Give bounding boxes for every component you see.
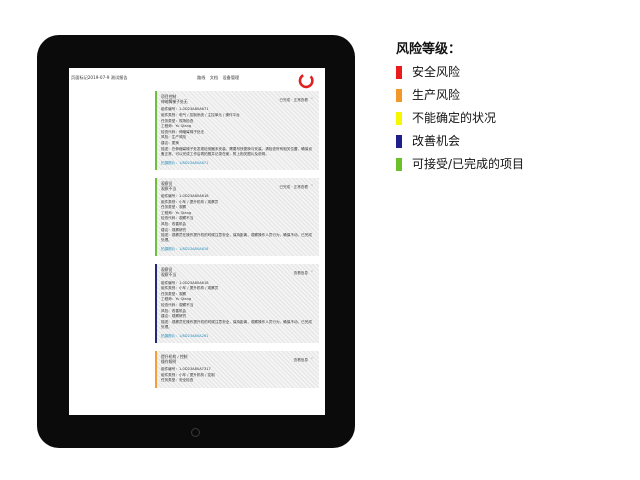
card-photos-link[interactable]: 拍摄照片：1/8D23A80A671: [161, 160, 315, 166]
card-description: 描述：观察员在操作提升机的时候注意安全，保持距离，观察操作人员行为，确保不动，已…: [161, 319, 312, 329]
card-status[interactable]: 已完成 · 正常查看 ˄: [279, 184, 313, 190]
legend-item-acceptable: 可接受/已完成的项目: [396, 156, 596, 179]
nav-docs[interactable]: 文档: [210, 75, 218, 80]
legend-label: 不能确定的状况: [412, 111, 497, 125]
inspection-feed: 已完成 · 正常查看 ˄ 项目控制 伸缩臂梯子处无 组件编号：1-0D23A80A671…: [155, 91, 319, 415]
tablet-screen: 页面标记2019-07-9 测试报告 路线 文档 设备管理 已完成 · 正常查看…: [69, 68, 325, 415]
inspection-card[interactable]: 查看信息 ˄ 提升机构 / 控制 操作照明 组件编号：1-0D23A80A7317 组件类…: [155, 350, 319, 388]
legend-label: 改善机会: [412, 134, 461, 148]
risk-legend: 风险等级： 安全风险 生产风险 不能确定的状况 改善机会 可接受/已完成的项目: [396, 42, 596, 179]
card-status-label: 查看信息: [293, 271, 308, 276]
legend-swatch: [396, 135, 402, 148]
legend-swatch: [396, 89, 402, 102]
legend-swatch: [396, 158, 402, 171]
legend-label: 可接受/已完成的项目: [412, 157, 525, 171]
legend-swatch: [396, 66, 402, 79]
home-button[interactable]: [191, 428, 200, 437]
inspection-card[interactable]: 已完成 · 正常查看 ˄ 项目控制 伸缩臂梯子处无 组件编号：1-0D23A80A671…: [155, 91, 319, 170]
card-status-label: 已完成 · 正常查看: [279, 98, 308, 102]
inspection-card[interactable]: 查看信息 ˄ 观察员 观察不当 组件编号：1-0D23A80A618 组件类别：小车 / …: [155, 264, 319, 343]
chevron-up-icon[interactable]: ˄: [311, 184, 313, 189]
inspection-card[interactable]: 已完成 · 正常查看 ˄ 观察员 观察不当 组件编号：1-0D23A80A618 组件类别…: [155, 177, 319, 257]
card-photos-link[interactable]: 拍摄照片：1/8D23A80A261: [161, 333, 315, 339]
top-nav: 路线 文档 设备管理: [197, 75, 242, 81]
legend-swatch: [396, 112, 402, 125]
legend-item-uncertain: 不能确定的状况: [396, 110, 596, 133]
chevron-up-icon[interactable]: ˄: [311, 97, 313, 102]
card-status[interactable]: 查看信息 ˄: [294, 270, 313, 276]
legend-label: 生产风险: [412, 88, 461, 102]
report-title: 页面标记2019-07-9 测试报告: [71, 75, 128, 80]
legend-item-production-risk: 生产风险: [396, 87, 596, 110]
legend-item-safety-risk: 安全风险: [396, 64, 596, 87]
card-status[interactable]: 查看信息 ˄: [294, 357, 313, 363]
chevron-up-icon[interactable]: ˄: [311, 270, 313, 275]
tablet-frame: 页面标记2019-07-9 测试报告 路线 文档 设备管理 已完成 · 正常查看…: [37, 35, 355, 448]
card-status-label: 已完成 · 正常查看: [279, 184, 308, 189]
chevron-up-icon[interactable]: ˄: [311, 357, 313, 362]
app-header: 页面标记2019-07-9 测试报告 路线 文档 设备管理: [69, 68, 325, 90]
card-field: 任务类型：安全检查: [161, 378, 194, 383]
legend-item-improvement: 改善机会: [396, 133, 596, 156]
legend-title: 风险等级：: [396, 42, 462, 57]
card-description: 描述：在伸缩臂梯子处发现检测器未安装，需要尽快更换与安装。请检查所有相关位置，确…: [161, 146, 312, 156]
legend-label: 安全风险: [412, 65, 461, 79]
nav-route[interactable]: 路线: [197, 75, 205, 80]
card-status[interactable]: 已完成 · 正常查看 ˄: [279, 97, 313, 103]
ring-logo-icon: [298, 74, 314, 89]
nav-devices[interactable]: 设备管理: [222, 75, 239, 80]
card-status-label: 查看信息: [293, 357, 308, 362]
card-photos-link[interactable]: 拍摄照片：1/8D23A80A618: [161, 246, 315, 252]
card-description: 描述：观察员在操作提升机的时候注意安全，保持距离，观察操作人员行为，确保不动，已…: [161, 233, 312, 243]
